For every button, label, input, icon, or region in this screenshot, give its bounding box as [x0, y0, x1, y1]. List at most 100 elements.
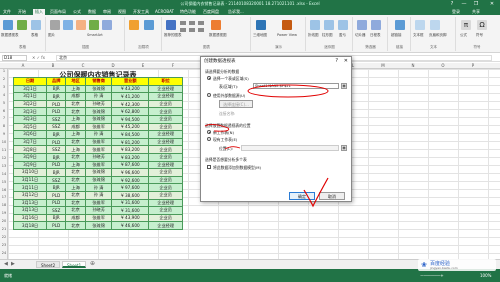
row-header[interactable]: 8 [0, 124, 8, 128]
table-cell[interactable]: PLD [46, 99, 67, 109]
row-header[interactable]: 18 [0, 203, 8, 207]
table-cell[interactable]: PLD [46, 160, 67, 170]
row-header[interactable]: 3 [0, 85, 8, 89]
table-cell[interactable]: ¥ 97,600 [111, 183, 150, 192]
scatter-chart-icon[interactable] [198, 28, 204, 32]
table-cell[interactable]: 孙 清 [84, 92, 113, 101]
column-header[interactable]: D [98, 63, 128, 68]
table-cell[interactable]: 企业员 [148, 213, 183, 223]
table-cell[interactable]: 北京 [65, 175, 86, 185]
table-cell[interactable]: ¥ 62,800 [111, 107, 150, 116]
table-cell[interactable]: 北京 [65, 152, 86, 162]
smartart-icon[interactable] [89, 20, 99, 30]
table-cell[interactable]: ¥ 42,300 [111, 99, 150, 109]
table-cell[interactable]: ¥ 43,200 [111, 84, 150, 94]
zoom-slider[interactable]: −───────+ [420, 273, 444, 278]
row-header[interactable]: 21 [0, 227, 8, 231]
table-cell[interactable]: 上海 [65, 183, 86, 192]
table-cell[interactable]: 3月16日 [12, 213, 48, 223]
table-cell[interactable]: 上海 [65, 84, 86, 94]
table-cell[interactable]: 张维军 [84, 137, 113, 147]
table-cell[interactable]: 企业经理 [148, 137, 183, 147]
table-cell[interactable]: BJR [46, 152, 67, 162]
radio-new-worksheet[interactable] [207, 130, 211, 134]
column-header[interactable]: B [38, 63, 68, 68]
table-cell[interactable]: 企业员 [148, 168, 183, 177]
online-pictures-icon[interactable] [63, 20, 73, 30]
row-header[interactable]: 19 [0, 211, 8, 215]
table-cell[interactable]: SSZ [46, 114, 67, 124]
choose-connection-button[interactable]: 选择连接(C)... [219, 100, 253, 108]
close-button[interactable]: ✕ [484, 0, 500, 8]
prev-sheet-icon[interactable]: ◀ [4, 261, 8, 267]
table-icon[interactable] [31, 20, 41, 30]
table-cell[interactable]: ¥ 43,900 [111, 213, 150, 223]
table-cell[interactable]: 3月8日 [12, 145, 48, 154]
location-input[interactable] [241, 145, 339, 151]
table-cell[interactable]: 北京 [65, 221, 86, 230]
table-cell[interactable]: 张琉锦 [84, 107, 113, 116]
table-cell[interactable]: 企业员 [148, 190, 183, 200]
my-addins-icon[interactable] [144, 20, 154, 30]
table-cell[interactable]: PLD [46, 221, 67, 230]
header-seller[interactable]: 销售商 [84, 77, 113, 86]
row-header[interactable]: 9 [0, 132, 8, 136]
column-header[interactable]: O [428, 63, 458, 68]
table-cell[interactable]: 张琉锦 [84, 84, 113, 94]
table-cell[interactable]: 上海 [65, 160, 86, 170]
pie-chart-icon[interactable] [198, 21, 204, 25]
radio-select-table-label[interactable]: 选择一个表或区域(S) [213, 76, 249, 82]
store-icon[interactable] [129, 20, 139, 30]
table-cell[interactable]: 企业员 [148, 175, 183, 185]
table-cell[interactable]: 企业经理 [148, 92, 183, 101]
fx-icon[interactable]: ✕ ✓ fx [32, 55, 45, 60]
range-input[interactable]: Sheet1!$A$2:$F$21 [253, 83, 339, 89]
table-cell[interactable]: 3月9日 [12, 160, 48, 170]
table-cell[interactable]: 3月3日 [12, 107, 48, 116]
table-cell[interactable]: ¥ 31,600 [111, 198, 150, 208]
table-cell[interactable]: 孙晓芳 [84, 152, 113, 162]
header-region[interactable]: 地区 [65, 77, 86, 86]
shapes-icon[interactable] [76, 20, 86, 30]
table-cell[interactable]: 北京 [65, 99, 86, 109]
table-cell[interactable]: 企业员 [148, 114, 183, 124]
table-cell[interactable]: 3月1日 [12, 84, 48, 94]
table-cell[interactable]: 企业员 [148, 145, 183, 154]
table-cell[interactable]: 北京 [65, 198, 86, 208]
table-cell[interactable]: ¥ 81,200 [111, 137, 150, 147]
hyperlink-icon[interactable] [395, 20, 405, 30]
table-cell[interactable]: 3月13日 [12, 198, 48, 208]
table-cell[interactable]: 张琉锦 [84, 221, 113, 230]
table-cell[interactable]: 3月6日 [12, 130, 48, 139]
sheet-tab-sheet1[interactable]: Sheet1 [62, 261, 87, 268]
table-cell[interactable]: BJR [46, 213, 67, 223]
table-cell[interactable]: 3月3日 [12, 114, 48, 124]
table-cell[interactable]: 3月7日 [12, 137, 48, 147]
radio-external-source-label[interactable]: 使用外部数据源(U) [213, 93, 245, 99]
header-position[interactable]: 职位 [148, 77, 183, 86]
recommended-charts-icon[interactable] [166, 20, 176, 30]
column-header[interactable]: M [368, 63, 398, 68]
header-date[interactable]: 日期 [12, 77, 48, 86]
table-cell[interactable]: 3月5日 [12, 122, 48, 132]
table-cell[interactable]: ¥ 46,600 [111, 221, 150, 230]
table-cell[interactable]: BJR [46, 130, 67, 139]
row-header[interactable]: 13 [0, 164, 8, 168]
table-cell[interactable]: 成都 [65, 213, 86, 223]
table-cell[interactable]: ¥ 41,200 [111, 92, 150, 101]
row-header[interactable]: 7 [0, 116, 8, 120]
radio-external-source[interactable] [207, 93, 211, 97]
table-cell[interactable]: ¥ 92,600 [111, 175, 150, 185]
column-header[interactable]: P [458, 63, 488, 68]
tab-acrobat[interactable]: ACROBAT [155, 9, 174, 14]
column-header[interactable]: Q [488, 63, 500, 68]
range-picker-icon[interactable]: ▦ [341, 83, 347, 89]
table-cell[interactable]: BJR [46, 92, 67, 101]
table-cell[interactable]: 企业经理 [148, 84, 183, 94]
add-to-data-model-label[interactable]: 将此数据添加到数据模型(M) [213, 165, 261, 171]
table-cell[interactable]: 张琉锦 [84, 168, 113, 177]
timeline-icon[interactable] [371, 20, 381, 30]
table-cell[interactable]: 企业员 [148, 183, 183, 192]
table-cell[interactable]: 3月10日 [12, 168, 48, 177]
area-chart-icon[interactable] [189, 28, 195, 32]
